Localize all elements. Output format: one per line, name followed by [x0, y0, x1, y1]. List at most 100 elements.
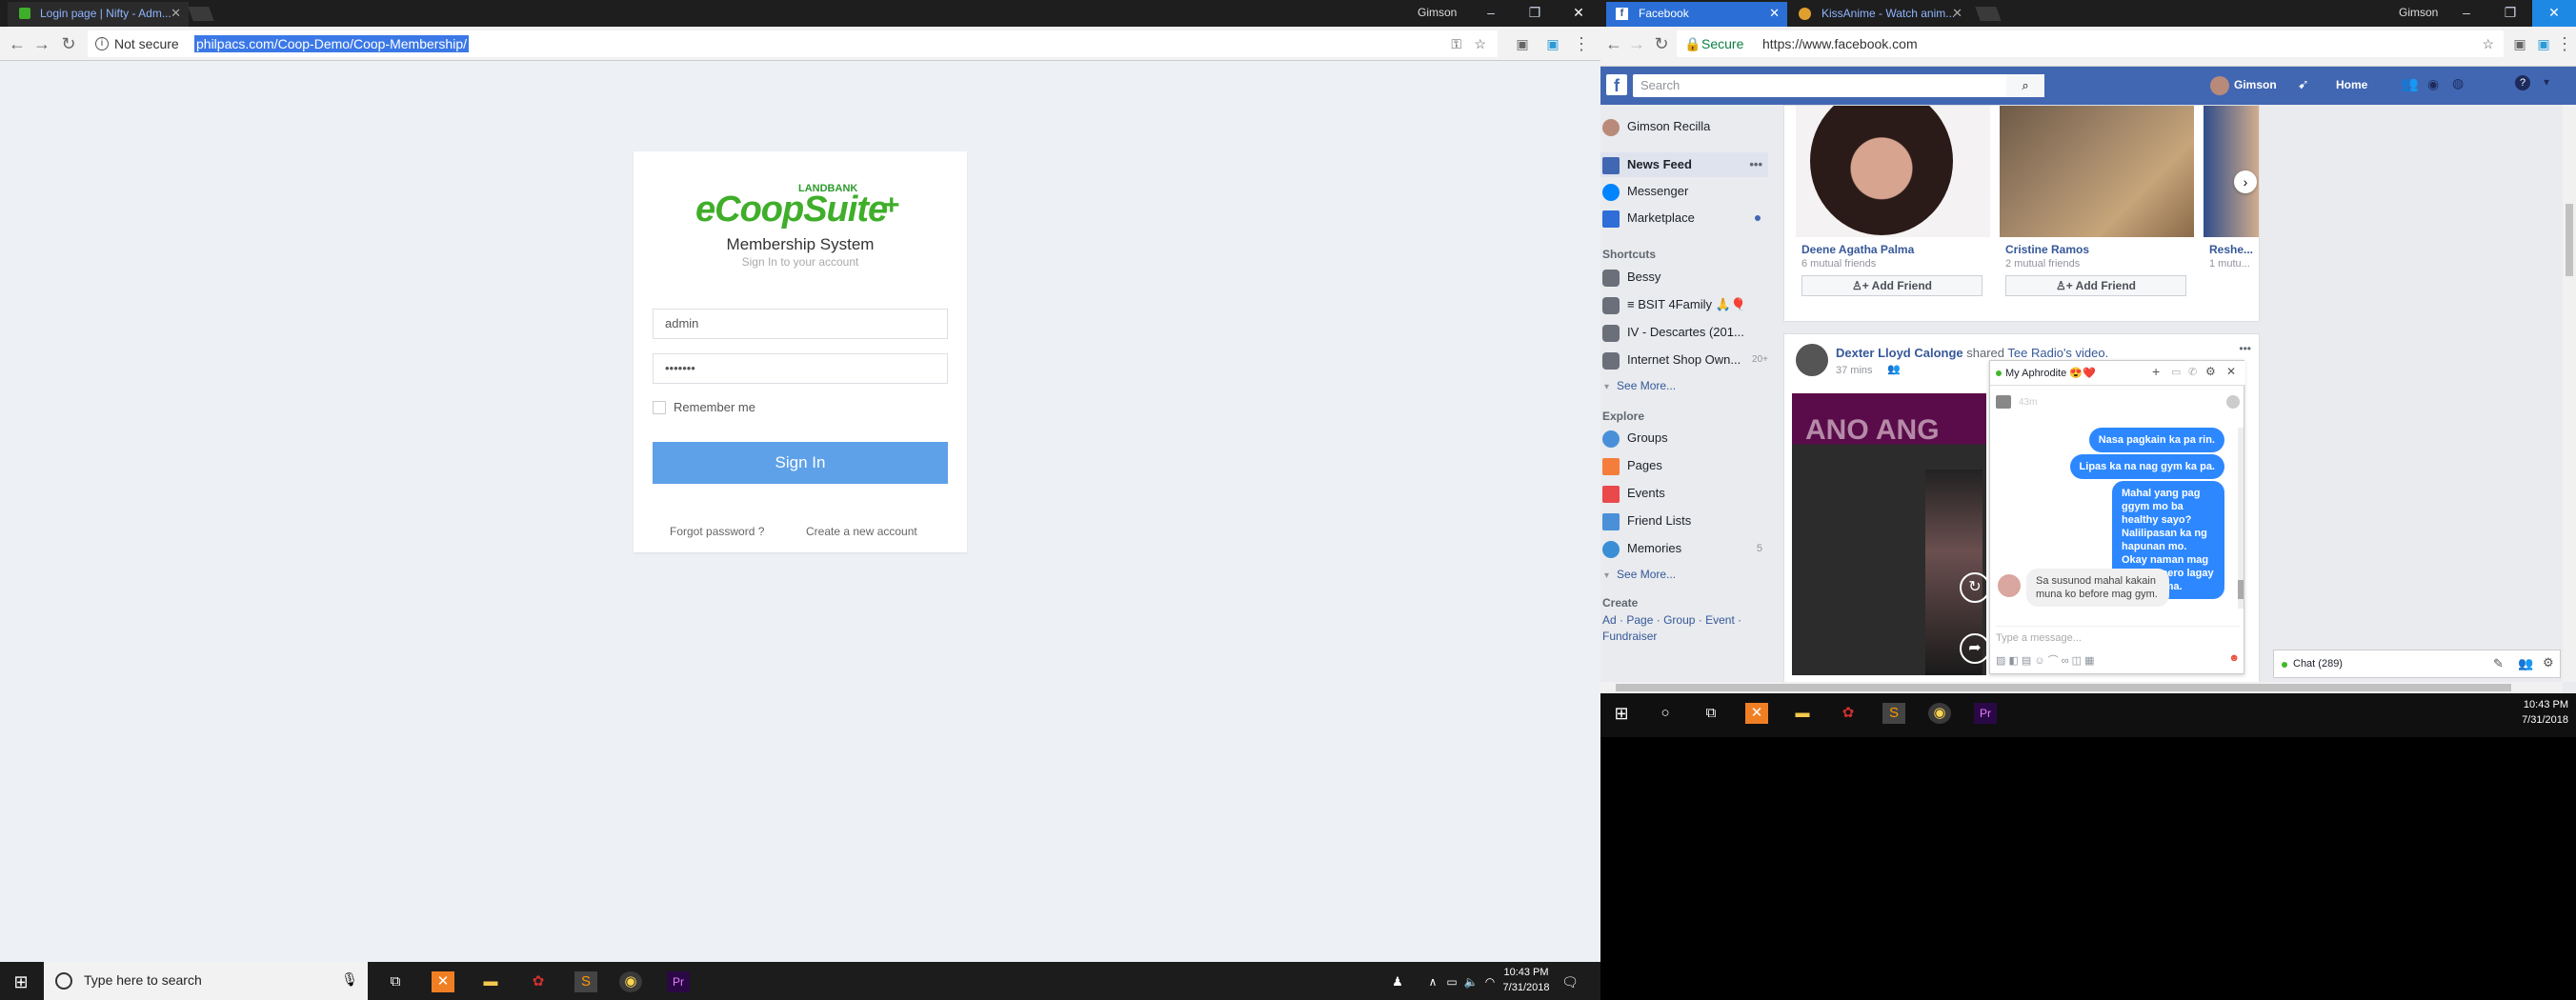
- account-menu-icon[interactable]: ▾: [2544, 75, 2549, 89]
- create-ad-link[interactable]: Ad: [1602, 613, 1617, 627]
- horizontal-scrollbar[interactable]: [1600, 682, 2563, 693]
- star-icon[interactable]: ☆: [2482, 30, 2494, 57]
- sidebar-item-profile[interactable]: Gimson Recilla: [1600, 114, 1710, 139]
- reload-icon[interactable]: ↻: [59, 34, 78, 53]
- facebook-logo-icon[interactable]: f: [1606, 74, 1627, 95]
- close-window-icon[interactable]: ✕: [1557, 0, 1600, 27]
- post-video[interactable]: ANO ANG ↻ ➦: [1792, 393, 1986, 675]
- post-time[interactable]: 37 mins: [1836, 365, 1873, 376]
- extension-icon[interactable]: ▣: [2510, 34, 2529, 53]
- close-icon[interactable]: ✕: [2226, 365, 2236, 378]
- forward-icon[interactable]: →: [32, 34, 51, 53]
- explore-item-pages[interactable]: Pages: [1600, 453, 1662, 478]
- attach-icon[interactable]: ⌒: [2048, 655, 2062, 667]
- sidebar-item-marketplace[interactable]: Marketplace: [1600, 206, 1768, 230]
- windows-start-icon[interactable]: ⊞: [10, 971, 32, 992]
- forgot-password-link[interactable]: Forgot password ?: [670, 525, 764, 538]
- clock-date[interactable]: 7/31/2018: [1498, 982, 1555, 993]
- menu-icon[interactable]: ⋮: [2555, 34, 2574, 53]
- clock-time[interactable]: 10:43 PM: [2506, 699, 2568, 710]
- remember-checkbox[interactable]: [653, 401, 666, 414]
- xampp-icon[interactable]: ✕: [1745, 703, 1768, 724]
- tab-kissanime[interactable]: KissAnime - Watch anim... ✕: [1789, 2, 1970, 27]
- back-icon[interactable]: ←: [1604, 34, 1623, 53]
- more-options-icon[interactable]: •••: [2239, 342, 2251, 355]
- create-group-link[interactable]: Group: [1663, 613, 1695, 627]
- image-icon[interactable]: ▨: [1996, 655, 2008, 667]
- minimize-icon[interactable]: –: [1469, 0, 1513, 27]
- emoji-icon[interactable]: ☺: [2034, 655, 2047, 667]
- globe-icon[interactable]: ◍: [2452, 75, 2464, 91]
- microphone-icon[interactable]: 🎙: [341, 971, 358, 988]
- search-button[interactable]: ⌕: [2006, 74, 2044, 97]
- gif-icon[interactable]: ▤: [2022, 655, 2034, 667]
- gear-icon[interactable]: ⚙: [2543, 655, 2554, 670]
- link-icon[interactable]: ∞: [2062, 655, 2072, 667]
- new-tab-button[interactable]: [188, 7, 214, 21]
- avatar[interactable]: [1796, 344, 1828, 376]
- sidebar-item-messenger[interactable]: Messenger: [1600, 179, 1688, 204]
- explore-item-events[interactable]: Events: [1600, 481, 1665, 506]
- extension-icon-2[interactable]: ▣: [1543, 34, 1562, 53]
- extension-icon-2[interactable]: ▣: [2534, 34, 2553, 53]
- username-field[interactable]: admin: [653, 309, 948, 339]
- page-scroll-thumb[interactable]: [2566, 204, 2573, 276]
- create-fundraiser-link[interactable]: Fundraiser: [1602, 630, 1657, 643]
- user-label[interactable]: Gimson: [2399, 6, 2438, 19]
- rocket-icon[interactable]: ➹: [2298, 76, 2309, 92]
- friend-requests-icon[interactable]: 👥: [2401, 75, 2419, 92]
- games-icon[interactable]: ▦: [2084, 655, 2094, 667]
- suggestion-photo[interactable]: [1796, 106, 1990, 237]
- app-icon-red[interactable]: ✿: [527, 971, 550, 992]
- sign-in-button[interactable]: Sign In: [653, 442, 948, 484]
- restore-icon[interactable]: ❐: [1513, 0, 1557, 27]
- video-call-icon[interactable]: ▭: [2171, 366, 2181, 378]
- cortana-icon[interactable]: ○: [1654, 703, 1677, 724]
- close-icon[interactable]: ✕: [1952, 2, 1962, 25]
- chrome-icon[interactable]: ◉: [1928, 703, 1951, 724]
- xampp-icon[interactable]: ✕: [432, 971, 454, 992]
- more-options-icon[interactable]: •••: [1749, 152, 1762, 177]
- see-more-link[interactable]: ▾ See More...: [1600, 373, 1676, 398]
- chat-scrollbar[interactable]: [2238, 428, 2244, 609]
- suggestion-name[interactable]: Reshe...: [2209, 243, 2253, 256]
- task-view-icon[interactable]: ⧉: [1700, 703, 1722, 724]
- clock-date[interactable]: 7/31/2018: [2506, 714, 2568, 726]
- avatar[interactable]: [2210, 76, 2229, 95]
- shortcut-item[interactable]: Bessy: [1600, 265, 1660, 290]
- help-icon[interactable]: ?: [2515, 75, 2530, 90]
- explore-item-friend-lists[interactable]: Friend Lists: [1600, 509, 1691, 533]
- gear-icon[interactable]: ⚙: [2205, 365, 2216, 378]
- close-window-icon[interactable]: ✕: [2532, 0, 2576, 27]
- extension-icon[interactable]: ▣: [1513, 34, 1532, 53]
- horizontal-scroll-thumb[interactable]: [1616, 684, 2511, 691]
- minimize-icon[interactable]: –: [2445, 0, 2488, 27]
- key-icon[interactable]: ⚿: [1451, 30, 1461, 57]
- address-bar[interactable]: 🔒 Secure https://www.facebook.com ☆: [1677, 30, 2504, 57]
- explore-item-memories[interactable]: Memories 5: [1600, 536, 1768, 561]
- explore-item-groups[interactable]: Groups: [1600, 426, 1668, 450]
- shortcut-item[interactable]: IV - Descartes (201...: [1600, 320, 1744, 345]
- sticker-icon[interactable]: ◧: [2008, 655, 2021, 667]
- see-more-link[interactable]: ▾ See More...: [1600, 562, 1676, 587]
- profile-name[interactable]: Gimson: [2234, 78, 2277, 91]
- messenger-icon[interactable]: ◉: [2427, 76, 2439, 92]
- restore-icon[interactable]: ❐: [2488, 0, 2532, 27]
- replay-icon[interactable]: ↻: [1960, 572, 1986, 603]
- back-icon[interactable]: ←: [8, 34, 27, 53]
- premiere-icon[interactable]: Pr: [667, 971, 690, 992]
- chrome-icon[interactable]: ◉: [619, 971, 642, 992]
- camera-icon[interactable]: ◫: [2072, 655, 2084, 667]
- chat-scroll-thumb[interactable]: [2238, 580, 2244, 599]
- add-friend-button[interactable]: ♙+ Add Friend: [1801, 275, 1982, 296]
- menu-icon[interactable]: ⋮: [1572, 34, 1591, 53]
- url-text[interactable]: https://www.facebook.com: [1762, 30, 1918, 57]
- user-label[interactable]: Gimson: [1418, 6, 1457, 19]
- create-page-link[interactable]: Page: [1626, 613, 1653, 627]
- facebook-search-input[interactable]: Search ⌕: [1633, 74, 2044, 97]
- sidebar-item-news-feed[interactable]: News Feed •••: [1600, 152, 1768, 177]
- tab-facebook[interactable]: f Facebook ✕: [1606, 2, 1787, 27]
- reaction-emoji-icon[interactable]: ☻: [2228, 652, 2240, 664]
- sublime-text-icon[interactable]: S: [1882, 703, 1905, 724]
- home-link[interactable]: Home: [2336, 78, 2367, 91]
